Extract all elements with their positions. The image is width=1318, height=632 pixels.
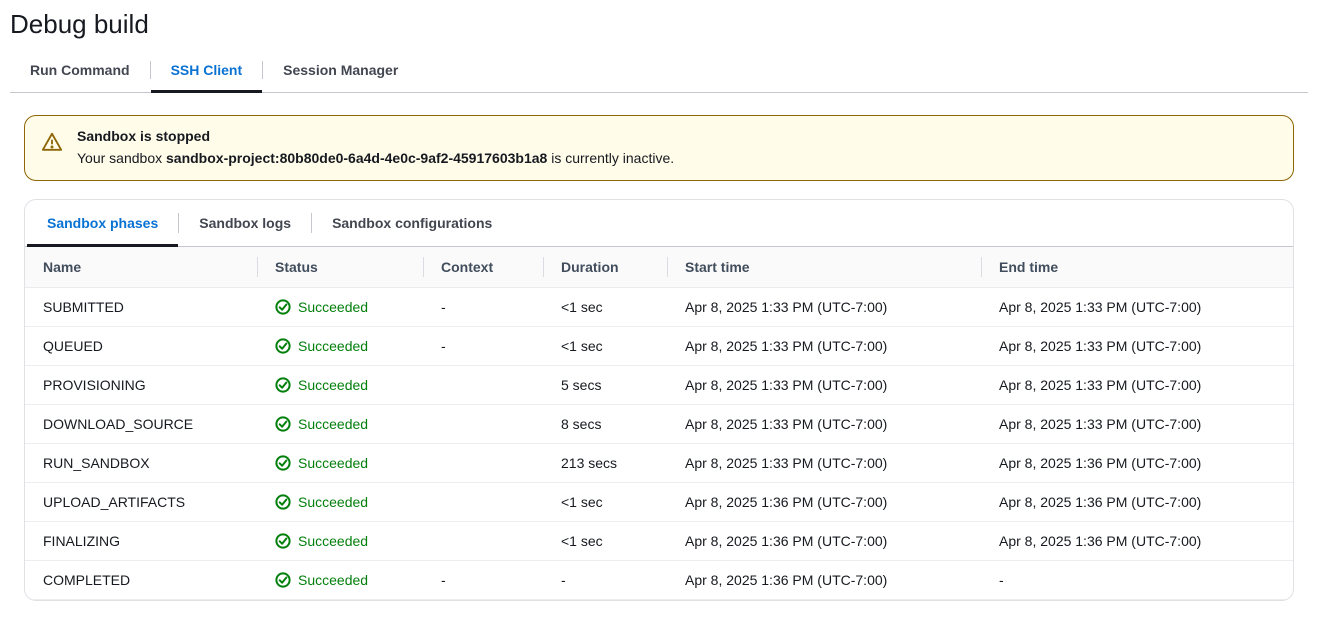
- cell-start-time: Apr 8, 2025 1:36 PM (UTC-7:00): [667, 561, 981, 600]
- cell-end-time: Apr 8, 2025 1:33 PM (UTC-7:00): [981, 288, 1293, 327]
- tab-session-manager[interactable]: Session Manager: [263, 48, 418, 93]
- cell-duration: <1 sec: [543, 483, 667, 522]
- warning-alert: Sandbox is stopped Your sandbox sandbox-…: [24, 115, 1294, 181]
- success-icon: [275, 299, 291, 315]
- status-badge: Succeeded: [275, 455, 405, 471]
- cell-end-time: -: [981, 561, 1293, 600]
- cell-end-time: Apr 8, 2025 1:36 PM (UTC-7:00): [981, 522, 1293, 561]
- cell-end-time: Apr 8, 2025 1:33 PM (UTC-7:00): [981, 366, 1293, 405]
- success-icon: [275, 494, 291, 510]
- tab-sandbox-configurations[interactable]: Sandbox configurations: [312, 200, 512, 247]
- alert-title: Sandbox is stopped: [77, 128, 674, 144]
- cell-end-time: Apr 8, 2025 1:36 PM (UTC-7:00): [981, 483, 1293, 522]
- cell-duration: 5 secs: [543, 366, 667, 405]
- cell-start-time: Apr 8, 2025 1:36 PM (UTC-7:00): [667, 522, 981, 561]
- cell-duration: <1 sec: [543, 327, 667, 366]
- success-icon: [275, 533, 291, 549]
- cell-context: [423, 444, 543, 483]
- cell-context: [423, 366, 543, 405]
- column-header-name: Name: [25, 247, 257, 288]
- table-row: PROVISIONING Succeeded 5 secs Apr 8, 202…: [25, 366, 1293, 405]
- table-row: QUEUED Succeeded - <1 sec Apr 8, 2025 1:…: [25, 327, 1293, 366]
- cell-duration: -: [543, 561, 667, 600]
- table-row: SUBMITTED Succeeded - <1 sec Apr 8, 2025…: [25, 288, 1293, 327]
- cell-context: [423, 405, 543, 444]
- column-header-duration: Duration: [543, 247, 667, 288]
- cell-duration: 213 secs: [543, 444, 667, 483]
- success-icon: [275, 338, 291, 354]
- cell-name: PROVISIONING: [25, 366, 257, 405]
- cell-start-time: Apr 8, 2025 1:33 PM (UTC-7:00): [667, 288, 981, 327]
- cell-start-time: Apr 8, 2025 1:33 PM (UTC-7:00): [667, 366, 981, 405]
- alert-body: Sandbox is stopped Your sandbox sandbox-…: [77, 128, 674, 168]
- alert-message-suffix: is currently inactive.: [547, 150, 674, 166]
- cell-end-time: Apr 8, 2025 1:36 PM (UTC-7:00): [981, 444, 1293, 483]
- phases-table: Name Status Context Duration Start time …: [25, 247, 1293, 600]
- status-label: Succeeded: [298, 572, 368, 588]
- success-icon: [275, 416, 291, 432]
- status-label: Succeeded: [298, 299, 368, 315]
- success-icon: [275, 455, 291, 471]
- status-badge: Succeeded: [275, 533, 405, 549]
- status-badge: Succeeded: [275, 572, 405, 588]
- status-label: Succeeded: [298, 494, 368, 510]
- table-header-row: Name Status Context Duration Start time …: [25, 247, 1293, 288]
- alert-message: Your sandbox sandbox-project:80b80de0-6a…: [77, 148, 674, 168]
- status-badge: Succeeded: [275, 377, 405, 393]
- cell-context: [423, 483, 543, 522]
- tab-sandbox-logs[interactable]: Sandbox logs: [179, 200, 311, 247]
- table-row: RUN_SANDBOX Succeeded 213 secs Apr 8, 20…: [25, 444, 1293, 483]
- cell-duration: 8 secs: [543, 405, 667, 444]
- alert-message-prefix: Your sandbox: [77, 150, 166, 166]
- status-label: Succeeded: [298, 533, 368, 549]
- cell-duration: <1 sec: [543, 522, 667, 561]
- status-badge: Succeeded: [275, 299, 405, 315]
- status-label: Succeeded: [298, 377, 368, 393]
- cell-duration: <1 sec: [543, 288, 667, 327]
- cell-context: -: [423, 561, 543, 600]
- sandbox-panel: Sandbox phases Sandbox logs Sandbox conf…: [24, 199, 1294, 601]
- tab-sandbox-phases[interactable]: Sandbox phases: [27, 200, 178, 247]
- cell-start-time: Apr 8, 2025 1:36 PM (UTC-7:00): [667, 483, 981, 522]
- page-title: Debug build: [0, 0, 1318, 44]
- table-row: COMPLETED Succeeded - - Apr 8, 2025 1:36…: [25, 561, 1293, 600]
- cell-start-time: Apr 8, 2025 1:33 PM (UTC-7:00): [667, 405, 981, 444]
- cell-end-time: Apr 8, 2025 1:33 PM (UTC-7:00): [981, 405, 1293, 444]
- column-header-context: Context: [423, 247, 543, 288]
- cell-name: FINALIZING: [25, 522, 257, 561]
- status-badge: Succeeded: [275, 416, 405, 432]
- cell-name: RUN_SANDBOX: [25, 444, 257, 483]
- cell-name: UPLOAD_ARTIFACTS: [25, 483, 257, 522]
- cell-start-time: Apr 8, 2025 1:33 PM (UTC-7:00): [667, 327, 981, 366]
- success-icon: [275, 572, 291, 588]
- sandbox-tabs: Sandbox phases Sandbox logs Sandbox conf…: [25, 200, 1293, 247]
- tab-run-command[interactable]: Run Command: [10, 48, 150, 93]
- tab-ssh-client[interactable]: SSH Client: [151, 48, 263, 93]
- cell-name: COMPLETED: [25, 561, 257, 600]
- status-badge: Succeeded: [275, 338, 405, 354]
- sandbox-id: sandbox-project:80b80de0-6a4d-4e0c-9af2-…: [166, 150, 547, 166]
- cell-name: SUBMITTED: [25, 288, 257, 327]
- column-header-status: Status: [257, 247, 423, 288]
- table-row: FINALIZING Succeeded <1 sec Apr 8, 2025 …: [25, 522, 1293, 561]
- column-header-start-time: Start time: [667, 247, 981, 288]
- cell-name: QUEUED: [25, 327, 257, 366]
- table-row: DOWNLOAD_SOURCE Succeeded 8 secs Apr 8, …: [25, 405, 1293, 444]
- cell-context: [423, 522, 543, 561]
- cell-name: DOWNLOAD_SOURCE: [25, 405, 257, 444]
- build-tabs: Run Command SSH Client Session Manager: [10, 44, 1308, 93]
- status-badge: Succeeded: [275, 494, 405, 510]
- table-row: UPLOAD_ARTIFACTS Succeeded <1 sec Apr 8,…: [25, 483, 1293, 522]
- status-label: Succeeded: [298, 455, 368, 471]
- status-label: Succeeded: [298, 416, 368, 432]
- cell-start-time: Apr 8, 2025 1:33 PM (UTC-7:00): [667, 444, 981, 483]
- cell-context: -: [423, 288, 543, 327]
- column-header-end-time: End time: [981, 247, 1293, 288]
- cell-end-time: Apr 8, 2025 1:33 PM (UTC-7:00): [981, 327, 1293, 366]
- cell-context: -: [423, 327, 543, 366]
- success-icon: [275, 377, 291, 393]
- warning-icon: [41, 131, 63, 156]
- status-label: Succeeded: [298, 338, 368, 354]
